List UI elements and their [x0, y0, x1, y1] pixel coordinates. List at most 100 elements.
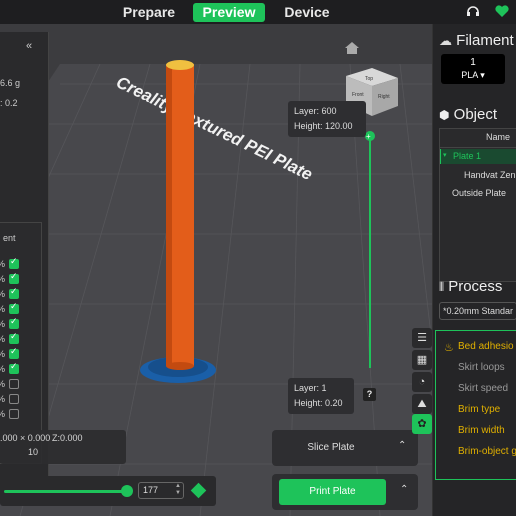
- legend-checkbox[interactable]: [9, 346, 19, 359]
- legend-checkbox[interactable]: [9, 379, 19, 389]
- legend-row: %: [0, 361, 19, 374]
- svg-text:Top: Top: [365, 76, 373, 82]
- legend-checkbox[interactable]: [9, 361, 19, 374]
- legend-row-label: %: [0, 259, 5, 269]
- flower-icon[interactable]: ✿: [412, 414, 432, 434]
- layer-bottom-tooltip: Layer: 1 Height: 0.20: [288, 378, 354, 414]
- legend-title: ent: [3, 233, 16, 243]
- legend-row-label: %: [0, 319, 5, 329]
- legend-checkbox[interactable]: [9, 394, 19, 404]
- coord-extra: 10: [28, 447, 39, 457]
- legend-box: ent %%%%%%%%%%%: [0, 222, 42, 464]
- object-header-label: Object: [453, 106, 498, 123]
- filament-icon: ☁: [439, 33, 452, 48]
- svg-text:+: +: [366, 132, 371, 141]
- hslider-spinbox[interactable]: 177 ▲ ▼: [138, 482, 184, 499]
- legend-row-label: %: [0, 409, 5, 419]
- slice-plate-button[interactable]: Slice Plate: [272, 430, 390, 466]
- layer-top-number: Layer: 600: [294, 106, 337, 116]
- horizontal-move-slider: 177 ▲ ▼: [0, 476, 216, 506]
- sliders-icon: ⫴: [439, 280, 445, 294]
- process-setting[interactable]: Brim-object ga: [458, 446, 516, 457]
- filament-weight: 6.6 g: [0, 78, 21, 88]
- tab-device[interactable]: Device: [278, 3, 336, 22]
- tab-prepare[interactable]: Prepare: [118, 3, 180, 22]
- spin-down-icon[interactable]: ▼: [175, 490, 181, 496]
- help-button[interactable]: ?: [363, 388, 376, 401]
- layer-top-tooltip: Layer: 600 Height: 120.00: [288, 101, 366, 137]
- heart-icon[interactable]: [494, 4, 510, 21]
- process-setting[interactable]: Skirt speed: [458, 383, 508, 394]
- hslider-value: 177: [143, 485, 159, 495]
- object-header: ⬢ Object: [439, 106, 497, 123]
- right-settings-panel: ☁ Filament 1 PLA ▾ ⬢ Object Name Plate 1…: [432, 24, 516, 516]
- legend-row: %: [0, 301, 19, 314]
- top-bar: Prepare Preview Device: [0, 0, 516, 24]
- legend-row-label: %: [0, 349, 5, 359]
- process-setting[interactable]: Brim width: [458, 425, 505, 436]
- legend-row-label: %: [0, 274, 5, 284]
- legend-row: %: [0, 409, 19, 419]
- object-row-outside-plate[interactable]: Outside Plate: [452, 188, 506, 198]
- legend-checkbox[interactable]: [9, 271, 19, 284]
- object-row-plate1[interactable]: Plate 1 ▾: [440, 149, 516, 164]
- hslider-handle[interactable]: [121, 485, 133, 497]
- legend-checkbox[interactable]: [9, 316, 19, 329]
- legend-row: %: [0, 316, 19, 329]
- legend-toggle-icon[interactable]: ☰: [412, 328, 432, 348]
- legend-row-label: %: [0, 394, 5, 404]
- legend-row: %: [0, 286, 19, 299]
- legend-checkbox[interactable]: [9, 409, 19, 419]
- legend-checkbox[interactable]: [9, 331, 19, 344]
- legend-row: %: [0, 271, 19, 284]
- grid-icon[interactable]: ▦: [412, 350, 432, 370]
- filament-header-label: Filament: [456, 32, 514, 49]
- support-icon[interactable]: ⛰: [412, 394, 432, 414]
- collapse-icon[interactable]: «: [26, 40, 32, 52]
- legend-row: %: [0, 394, 19, 404]
- cube-icon: ⬢: [439, 108, 450, 122]
- filament-slot[interactable]: 1 PLA ▾: [441, 54, 505, 84]
- legend-row-label: %: [0, 364, 5, 374]
- filament-type[interactable]: PLA ▾: [441, 70, 505, 81]
- print-plate-button[interactable]: Print Plate: [279, 479, 386, 505]
- process-settings-list: ♨ Bed adhesio Skirt loops Skirt speed Brim …: [435, 330, 516, 480]
- layer-top-height: Height: 120.00: [294, 121, 353, 131]
- speed-gauge-icon[interactable]: ◔: [412, 372, 432, 392]
- object-list-name-column: Name: [486, 132, 511, 142]
- z-coord: Z:0.000: [52, 433, 83, 443]
- legend-checkbox[interactable]: [9, 256, 19, 269]
- legend-row: %: [0, 346, 19, 359]
- summary-value: : 0.2: [0, 98, 18, 108]
- legend-row: %: [0, 331, 19, 344]
- object-list: Name Plate 1 ▾ Handvat Zenu Outside Plat…: [439, 128, 516, 282]
- home-icon[interactable]: [345, 42, 359, 54]
- legend-row-label: %: [0, 379, 5, 389]
- spin-up-icon[interactable]: ▲: [175, 483, 181, 489]
- expand-icon[interactable]: ▾: [443, 151, 447, 159]
- filament-index: 1: [470, 57, 476, 68]
- layers-icon[interactable]: [190, 482, 207, 499]
- filament-header: ☁ Filament: [439, 32, 514, 49]
- coordinate-readout: .000 × 0.000 Z:0.000 10: [0, 430, 126, 464]
- slice-dropdown-icon[interactable]: ⌃: [398, 440, 406, 451]
- svg-text:Right: Right: [378, 94, 390, 100]
- legend-row-label: %: [0, 304, 5, 314]
- headset-icon[interactable]: [466, 4, 480, 21]
- tab-preview[interactable]: Preview: [193, 3, 265, 22]
- object-row-handvat[interactable]: Handvat Zenu: [464, 170, 516, 180]
- svg-text:Front: Front: [352, 92, 364, 98]
- legend-checkbox[interactable]: [9, 301, 19, 314]
- layer-bottom-height: Height: 0.20: [294, 398, 343, 408]
- legend-row-label: %: [0, 289, 5, 299]
- hslider-fill: [4, 490, 126, 493]
- print-dropdown-icon[interactable]: ⌃: [400, 484, 408, 495]
- process-setting[interactable]: Bed adhesio: [458, 341, 514, 352]
- legend-checkbox[interactable]: [9, 286, 19, 299]
- process-header-label: Process: [448, 278, 503, 295]
- legend-row-label: %: [0, 334, 5, 344]
- process-setting[interactable]: Skirt loops: [458, 362, 505, 373]
- process-setting[interactable]: Brim type: [458, 404, 500, 415]
- print-bar: Print Plate ⌃: [272, 474, 418, 510]
- process-preset-select[interactable]: *0.20mm Standar: [439, 302, 516, 320]
